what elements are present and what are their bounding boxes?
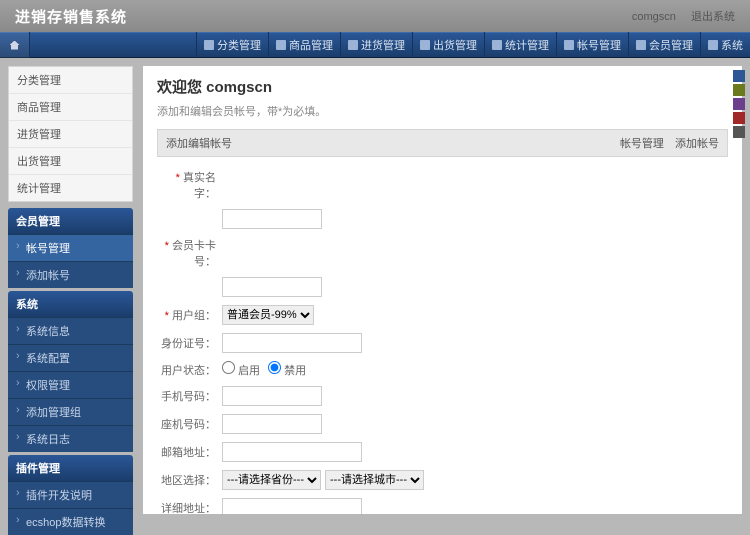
nav-item[interactable]: 系统 [700, 32, 750, 58]
sidebar-item[interactable]: 统计管理 [9, 175, 132, 201]
sidebar-sub-item[interactable]: 系统信息 [8, 317, 133, 344]
sidebar-sub-item[interactable]: 系统配置 [8, 344, 133, 371]
sidebar-group-header[interactable]: 系统 [8, 291, 133, 317]
nav-icon [276, 40, 286, 50]
nav-icon [564, 40, 574, 50]
city-select[interactable]: ---请选择城市--- [325, 470, 424, 490]
nav-item[interactable]: 出货管理 [412, 32, 484, 58]
top-nav: 分类管理商品管理进货管理出货管理统计管理帐号管理会员管理系统 [0, 32, 750, 58]
sidebar: 分类管理商品管理进货管理出货管理统计管理 会员管理帐号管理添加帐号系统系统信息系… [8, 66, 133, 514]
home-icon [10, 41, 20, 50]
nav-item[interactable]: 会员管理 [628, 32, 700, 58]
mobile-input[interactable] [222, 386, 322, 406]
nav-icon [708, 40, 718, 50]
panel-link-accounts[interactable]: 帐号管理 [620, 138, 664, 150]
nav-icon [492, 40, 502, 50]
nav-item[interactable]: 进货管理 [340, 32, 412, 58]
nav-icon [204, 40, 214, 50]
panel-link-add[interactable]: 添加帐号 [675, 138, 719, 150]
theme-swatch[interactable] [733, 70, 745, 82]
theme-swatch[interactable] [733, 98, 745, 110]
panel-header: 添加编辑帐号 帐号管理 添加帐号 [157, 129, 728, 157]
sidebar-sub-item[interactable]: 权限管理 [8, 371, 133, 398]
logout-link[interactable]: 退出系统 [691, 11, 735, 23]
realname-input[interactable] [222, 209, 322, 229]
nav-icon [420, 40, 430, 50]
home-button[interactable] [0, 32, 30, 58]
status-disable-radio[interactable]: 禁用 [268, 361, 306, 378]
nav-item[interactable]: 分类管理 [196, 32, 268, 58]
sidebar-sub-item[interactable]: 系统日志 [8, 425, 133, 452]
panel-title: 添加编辑帐号 [166, 135, 232, 151]
sidebar-item[interactable]: 出货管理 [9, 148, 132, 175]
phone-input[interactable] [222, 414, 322, 434]
email-input[interactable] [222, 442, 362, 462]
nav-item[interactable]: 帐号管理 [556, 32, 628, 58]
nav-item[interactable]: 商品管理 [268, 32, 340, 58]
usergroup-select[interactable]: 普通会员-99% [222, 305, 314, 325]
theme-swatch[interactable] [733, 84, 745, 96]
sidebar-item[interactable]: 进货管理 [9, 121, 132, 148]
theme-switcher [733, 70, 745, 138]
welcome-title: 欢迎您 comgscn [157, 76, 728, 97]
cardno-input[interactable] [222, 277, 322, 297]
content-panel: 欢迎您 comgscn 添加和编辑会员帐号，带*为必填。 添加编辑帐号 帐号管理… [143, 66, 742, 514]
theme-swatch[interactable] [733, 126, 745, 138]
sidebar-sub-item[interactable]: 帐号管理 [8, 234, 133, 261]
sidebar-group-header[interactable]: 会员管理 [8, 208, 133, 234]
address-input[interactable] [222, 498, 362, 514]
province-select[interactable]: ---请选择省份--- [222, 470, 321, 490]
nav-item[interactable]: 统计管理 [484, 32, 556, 58]
status-enable-radio[interactable]: 启用 [222, 361, 260, 378]
idcard-input[interactable] [222, 333, 362, 353]
hint-text: 添加和编辑会员帐号，带*为必填。 [157, 103, 728, 119]
nav-icon [348, 40, 358, 50]
username-link[interactable]: comgscn [632, 11, 676, 23]
sidebar-sub-item[interactable]: 添加帐号 [8, 261, 133, 288]
sidebar-sub-item[interactable]: 插件开发说明 [8, 481, 133, 508]
theme-swatch[interactable] [733, 112, 745, 124]
sidebar-item[interactable]: 商品管理 [9, 94, 132, 121]
sidebar-item[interactable]: 分类管理 [9, 67, 132, 94]
sidebar-sub-item[interactable]: 添加管理组 [8, 398, 133, 425]
app-logo: 进销存销售系统 [15, 6, 127, 27]
nav-icon [636, 40, 646, 50]
sidebar-group-header[interactable]: 插件管理 [8, 455, 133, 481]
